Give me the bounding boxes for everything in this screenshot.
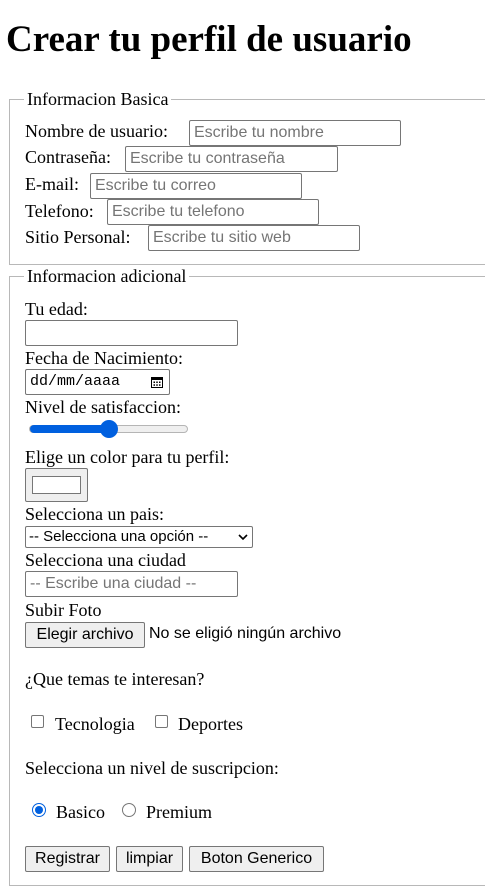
additional-info-legend: Informacion adicional <box>24 266 190 286</box>
subscription-radio-basico[interactable] <box>32 803 46 817</box>
username-label: Nombre de usuario: <box>25 121 168 141</box>
topic-label-tecnologia: Tecnologia <box>55 714 135 734</box>
calendar-icon[interactable] <box>151 376 163 388</box>
register-button[interactable]: Registrar <box>25 846 110 872</box>
birthdate-input[interactable]: dd/mm/aaaa <box>25 369 170 395</box>
email-label: E-mail: <box>25 174 79 194</box>
username-input[interactable]: Escribe tu nombre <box>189 120 401 146</box>
country-label: Selecciona un pais: <box>25 504 164 524</box>
age-input[interactable] <box>25 320 238 346</box>
satisfaction-slider[interactable] <box>29 420 188 438</box>
country-selected-value: -- Selecciona una opción -- <box>29 528 209 545</box>
city-label: Selecciona una ciudad <box>25 550 186 570</box>
additional-info-fieldset: Informacion adicional Tu edad: Fecha de … <box>9 266 485 886</box>
password-input[interactable]: Escribe tu contraseña <box>125 146 338 172</box>
birthdate-label: Fecha de Nacimiento: <box>25 348 183 368</box>
phone-label: Telefono: <box>25 201 94 221</box>
topic-checkbox-deportes[interactable] <box>155 715 168 728</box>
birthdate-format: dd/mm/aaaa <box>30 373 121 390</box>
topics-label: ¿Que temas te interesan? <box>25 669 205 689</box>
website-label: Sitio Personal: <box>25 227 131 247</box>
topic-checkbox-tecnologia[interactable] <box>31 715 44 728</box>
email-input[interactable]: Escribe tu correo <box>90 173 302 199</box>
subscription-label-basico: Basico <box>56 802 105 822</box>
basic-info-fieldset: Informacion Basica Nombre de usuario: Es… <box>9 89 485 265</box>
age-label: Tu edad: <box>25 299 88 319</box>
topic-label-deportes: Deportes <box>178 714 243 734</box>
website-input[interactable]: Escribe tu sitio web <box>148 225 360 251</box>
city-input[interactable]: -- Escribe una ciudad -- <box>25 571 238 597</box>
slider-fill <box>30 425 109 433</box>
page-title: Crear tu perfil de usuario <box>6 19 412 60</box>
satisfaction-label: Nivel de satisfaccion: <box>25 397 181 417</box>
profile-color-picker[interactable] <box>25 468 88 502</box>
slider-thumb[interactable] <box>99 420 118 438</box>
subscription-label: Selecciona un nivel de suscripcion: <box>25 758 279 778</box>
phone-input[interactable]: Escribe tu telefono <box>107 199 319 225</box>
choose-file-button[interactable]: Elegir archivo <box>25 622 145 648</box>
subscription-label-premium: Premium <box>146 802 212 822</box>
color-swatch <box>32 476 81 494</box>
file-status: No se eligió ningún archivo <box>149 625 342 642</box>
clear-button[interactable]: limpiar <box>116 846 183 872</box>
photo-label: Subir Foto <box>25 600 102 620</box>
chevron-down-icon <box>238 534 248 541</box>
subscription-radio-premium[interactable] <box>122 803 136 817</box>
country-select[interactable]: -- Selecciona una opción -- <box>25 526 253 548</box>
color-label: Elige un color para tu perfil: <box>25 447 230 467</box>
password-label: Contraseña: <box>25 147 111 167</box>
generic-button[interactable]: Boton Generico <box>189 846 324 872</box>
basic-info-legend: Informacion Basica <box>24 89 172 109</box>
